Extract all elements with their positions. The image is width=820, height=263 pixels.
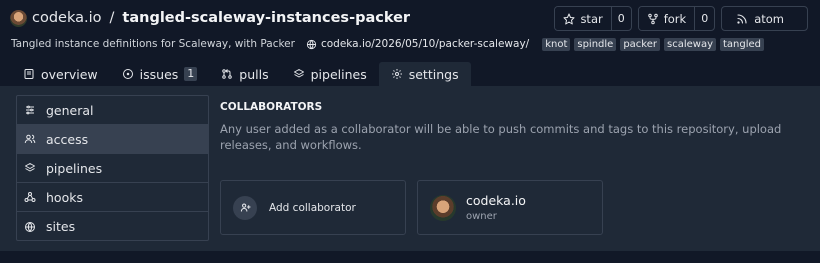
star-icon xyxy=(563,13,575,24)
repo-description: Tangled instance definitions for Scalewa… xyxy=(11,38,295,50)
star-group: star 0 xyxy=(554,6,632,31)
fork-label: fork xyxy=(663,11,687,26)
fork-group: fork 0 xyxy=(637,6,716,31)
settings-panel: general access pipelines hooks sites COL… xyxy=(0,86,820,251)
sidebar-item-general[interactable]: general xyxy=(17,96,208,125)
atom-label: atom xyxy=(754,11,784,26)
star-label: star xyxy=(580,11,603,26)
owner-avatar[interactable] xyxy=(10,9,27,27)
book-icon xyxy=(24,69,34,79)
topic-list: knot spindle packer scaleway tangled xyxy=(542,37,765,51)
repo-meta: Tangled instance definitions for Scalewa… xyxy=(11,36,765,52)
tab-pipelines[interactable]: pipelines xyxy=(281,62,379,86)
circle-dot-icon xyxy=(122,69,133,79)
git-pull-request-icon xyxy=(222,69,233,79)
collaborator-info: codeka.io owner xyxy=(466,193,526,222)
sidebar-item-access[interactable]: access xyxy=(17,125,208,154)
repo-header: codeka.io / tangled-scaleway-instances-p… xyxy=(10,6,410,30)
tab-pulls[interactable]: pulls xyxy=(209,62,280,86)
issues-count-badge: 1 xyxy=(184,67,198,81)
sidebar-item-hooks[interactable]: hooks xyxy=(17,183,208,212)
tab-issues[interactable]: issues 1 xyxy=(110,62,210,86)
sidebar-item-label: hooks xyxy=(46,189,83,205)
user-plus-icon xyxy=(240,203,251,212)
topic-tag[interactable]: scaleway xyxy=(664,37,716,51)
topic-tag[interactable]: spindle xyxy=(574,37,617,51)
collaborator-name[interactable]: codeka.io xyxy=(466,193,526,208)
sidebar-item-label: sites xyxy=(46,219,76,234)
star-button[interactable]: star xyxy=(555,7,611,30)
settings-sidebar: general access pipelines hooks sites xyxy=(16,95,209,241)
website-url: codeka.io/2026/05/10/packer-scaleway/ xyxy=(320,38,530,50)
collaborator-cards: Add collaborator codeka.io owner xyxy=(220,180,603,235)
tab-label: issues xyxy=(139,66,179,82)
layers-icon xyxy=(293,69,304,78)
sidebar-item-pipelines[interactable]: pipelines xyxy=(17,154,208,183)
avatar[interactable] xyxy=(430,194,456,221)
add-user-icon-wrap xyxy=(233,195,257,220)
section-title: COLLABORATORS xyxy=(220,101,323,113)
repo-actions: star 0 fork 0 atom xyxy=(554,6,808,31)
path-separator: / xyxy=(109,10,115,26)
collaborators-section: COLLABORATORS Any user added as a collab… xyxy=(220,101,810,235)
add-collaborator-button[interactable]: Add collaborator xyxy=(220,180,406,235)
tab-overview[interactable]: overview xyxy=(11,62,110,86)
globe-icon xyxy=(306,39,317,49)
tab-settings[interactable]: settings xyxy=(378,62,471,86)
sidebar-item-sites[interactable]: sites xyxy=(17,212,208,241)
fork-count: 0 xyxy=(694,7,714,30)
star-count: 0 xyxy=(610,7,631,30)
website-link[interactable]: codeka.io/2026/05/10/packer-scaleway/ xyxy=(306,38,529,50)
topic-tag[interactable]: tangled xyxy=(720,37,765,51)
add-collaborator-label: Add collaborator xyxy=(269,201,356,214)
sidebar-item-label: access xyxy=(46,131,89,147)
sidebar-item-label: pipelines xyxy=(46,160,103,176)
git-fork-icon xyxy=(647,13,658,24)
atom-feed-button[interactable]: atom xyxy=(721,6,808,31)
collaborator-role: owner xyxy=(466,211,497,222)
owner-link[interactable]: codeka.io xyxy=(32,10,102,26)
users-icon xyxy=(24,134,36,144)
repo-tabs: overview issues 1 pulls pipelines settin… xyxy=(11,62,471,86)
tab-label: pulls xyxy=(239,66,269,82)
tab-label: pipelines xyxy=(310,66,367,82)
sidebar-item-label: general xyxy=(46,102,94,118)
section-description: Any user added as a collaborator will be… xyxy=(220,122,782,152)
tab-label: overview xyxy=(41,66,98,82)
layers-icon xyxy=(25,163,35,172)
topic-tag[interactable]: knot xyxy=(542,37,571,51)
gear-icon xyxy=(391,69,402,79)
sliders-icon xyxy=(26,105,34,115)
tab-label: settings xyxy=(408,66,459,82)
fork-button[interactable]: fork xyxy=(638,7,695,30)
globe-icon xyxy=(25,221,35,232)
repo-name-link[interactable]: tangled-scaleway-instances-packer xyxy=(122,10,410,26)
collaborator-card: codeka.io owner xyxy=(417,180,603,235)
rss-icon xyxy=(737,13,747,24)
topic-tag[interactable]: packer xyxy=(620,37,660,51)
webhook-icon xyxy=(24,192,36,202)
